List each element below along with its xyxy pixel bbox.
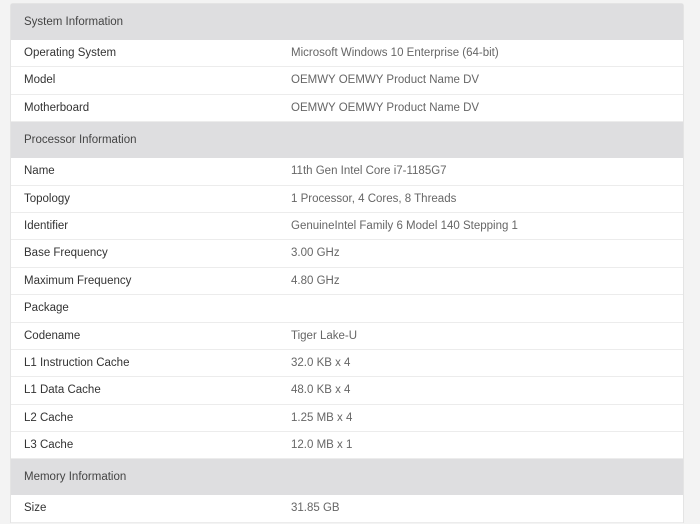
row-label: Model xyxy=(24,74,56,87)
row-value: Microsoft Windows 10 Enterprise (64-bit) xyxy=(291,47,499,59)
row-value: 48.0 KB x 4 xyxy=(291,384,351,397)
table-row: Base Frequency 3.00 GHz xyxy=(11,240,683,268)
row-label: L2 Cache xyxy=(24,411,74,424)
system-info-table: System Information Operating System Micros… xyxy=(10,3,684,523)
row-label: Name xyxy=(24,165,55,178)
row-label: L3 Cache xyxy=(24,439,74,452)
table-row: Maximum Frequency 4.80 GHz xyxy=(11,268,683,296)
row-value: 11th Gen Intel Core i7-1185G7 xyxy=(291,165,447,178)
table-row: Identifier GenuineIntel Family 6 Model 14… xyxy=(11,213,683,241)
section-header: Processor Information xyxy=(11,122,683,159)
row-value: 4.80 GHz xyxy=(291,274,340,287)
row-value: GenuineIntel Family 6 Model 140 Stepping… xyxy=(291,219,518,232)
table-row: Model OEMWY OEMWY Product Name DV xyxy=(11,67,683,95)
row-label: Maximum Frequency xyxy=(24,274,132,287)
row-value: 1 Processor, 4 Cores, 8 Threads xyxy=(291,192,457,205)
table-row: L3 Cache 12.0 MB x 1 xyxy=(11,432,683,460)
table-row: Operating System Microsoft Windows 10 Ent… xyxy=(11,40,683,68)
row-label: Motherboard xyxy=(24,101,90,114)
row-value: 3.00 GHz xyxy=(291,247,340,260)
row-label: Size xyxy=(24,502,47,515)
section-header: System Information xyxy=(11,4,683,40)
table-row: Name 11th Gen Intel Core i7-1185G7 xyxy=(11,158,683,186)
row-value: 12.0 MB x 1 xyxy=(291,439,353,452)
table-row: Codename Tiger Lake-U xyxy=(11,323,683,350)
row-label: L1 Data Cache xyxy=(24,384,101,397)
row-label: Identifier xyxy=(24,219,69,232)
row-label: L1 Instruction Cache xyxy=(24,356,130,369)
table-row: Package xyxy=(11,295,683,323)
row-label: Package xyxy=(24,302,69,315)
table-row: L2 Cache 1.25 MB x 4 xyxy=(11,405,683,433)
table-row: Topology 1 Processor, 4 Cores, 8 Threads xyxy=(11,186,683,213)
row-value: 1.25 MB x 4 xyxy=(291,411,353,424)
row-label: Codename xyxy=(24,329,81,342)
row-value: OEMWY OEMWY Product Name DV xyxy=(291,74,480,87)
table-row: Size 31.85 GB xyxy=(11,495,683,523)
row-value: 32.0 KB x 4 xyxy=(291,356,351,369)
row-value: Tiger Lake-U xyxy=(291,329,358,342)
table-row: Motherboard OEMWY OEMWY Product Name DV xyxy=(11,95,683,123)
section-header: Memory Information xyxy=(11,459,683,496)
row-label: Topology xyxy=(24,192,71,205)
row-label: Operating System xyxy=(24,47,117,59)
table-row: L1 Data Cache 48.0 KB x 4 xyxy=(11,377,683,405)
table-row: L1 Instruction Cache 32.0 KB x 4 xyxy=(11,350,683,378)
row-value: OEMWY OEMWY Product Name DV xyxy=(291,101,480,114)
row-value: 31.85 GB xyxy=(291,502,340,515)
row-label: Base Frequency xyxy=(24,247,108,260)
